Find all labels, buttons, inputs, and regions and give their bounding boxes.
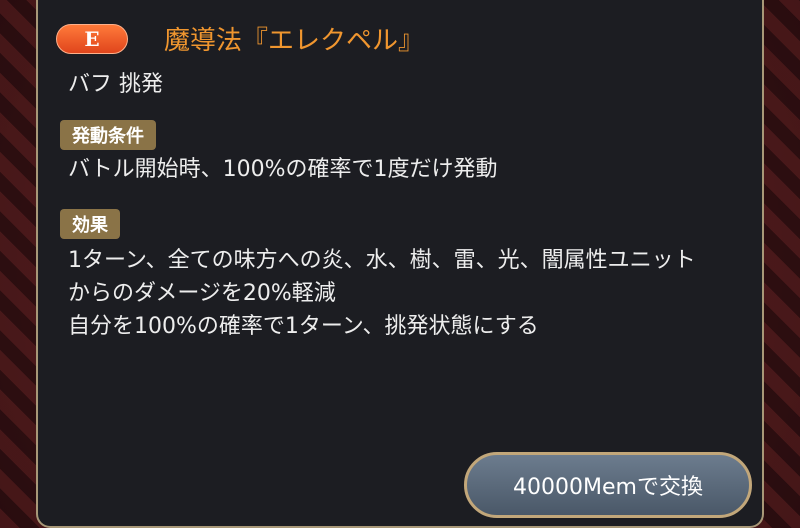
skill-name: 魔導法『エレクペル』 [164, 26, 425, 56]
skill-tags: バフ 挑発 [68, 72, 163, 97]
skill-detail-panel: E 魔導法『エレクペル』 バフ 挑発 発動条件 バトル開始時、100%の確率で1… [36, 0, 764, 528]
condition-label: 発動条件 [60, 120, 156, 150]
condition-text: バトル開始時、100%の確率で1度だけ発動 [68, 153, 498, 186]
rank-badge: E [56, 24, 128, 54]
effect-line: 1ターン、全ての味方への炎、水、樹、雷、光、闇属性ユニット [68, 248, 696, 273]
condition-line: バトル開始時、100%の確率で1度だけ発動 [68, 157, 498, 182]
effect-line: 自分を100%の確率で1ターン、挑発状態にする [68, 314, 539, 339]
exchange-button[interactable]: 40000Memで交換 [464, 452, 752, 518]
effect-label: 効果 [60, 209, 120, 239]
effect-text: 1ターン、全ての味方への炎、水、樹、雷、光、闇属性ユニット からのダメージを20… [68, 244, 696, 343]
effect-line: からのダメージを20%軽減 [68, 281, 336, 306]
